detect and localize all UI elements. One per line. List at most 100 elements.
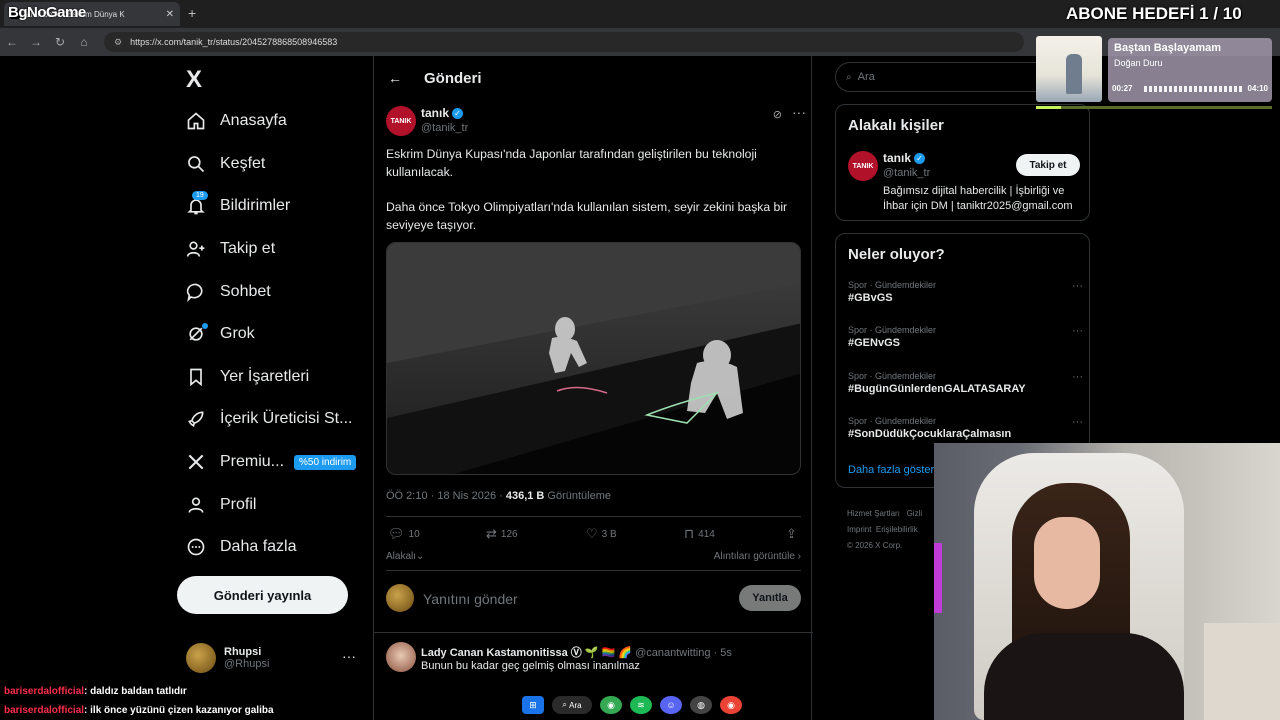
author-name-row[interactable]: tanık ✓ xyxy=(421,106,464,120)
sidebar-item-chat[interactable]: Sohbet xyxy=(184,270,364,313)
account-handle: @Rhupsi xyxy=(224,658,270,670)
reply-author-row[interactable]: Lady Canan Kastamonitissa Ⓥ 🌱 🏳️‍🌈 🌈 @ca… xyxy=(421,644,732,660)
more-dots-icon[interactable]: ··· xyxy=(1072,371,1083,383)
sidebar-item-label: Daha fazla xyxy=(220,538,297,556)
trend-item[interactable]: Spor · Gündemdekiler #GBvGS ··· xyxy=(848,280,1083,304)
fencing-video-frame xyxy=(387,243,800,474)
search-placeholder: Ara xyxy=(857,71,875,83)
song-progress-fill xyxy=(1036,106,1062,109)
post-header: ← Gönderi xyxy=(374,56,813,100)
sidebar-item-home[interactable]: Anasayfa xyxy=(184,100,364,143)
sidebar-item-label: Bildirimler xyxy=(220,197,291,215)
share-action[interactable]: ⇪ xyxy=(786,526,801,542)
tweet-paragraph: Eskrim Dünya Kupası'nda Japonlar tarafın… xyxy=(386,147,757,179)
card-title: Neler oluyor? xyxy=(848,246,945,263)
url-text: https://x.com/tanik_tr/status/2045278868… xyxy=(130,37,338,47)
author-handle[interactable]: @tanik_tr xyxy=(421,122,468,134)
sidebar-item-label: Grok xyxy=(220,325,255,343)
taskbar-search[interactable]: ⌕ Ara xyxy=(552,696,592,714)
sidebar-item-premium[interactable]: Premiu... %50 indirim xyxy=(184,441,364,484)
avatar[interactable] xyxy=(386,642,416,672)
account-name: Rhupsi xyxy=(224,646,262,658)
elapsed-time: 00:27 xyxy=(1112,84,1133,93)
more-dots-icon[interactable]: ··· xyxy=(342,648,356,664)
sidebar-item-explore[interactable]: Keşfet xyxy=(184,143,364,186)
address-bar[interactable]: ⚙ https://x.com/tanik_tr/status/20452788… xyxy=(104,32,1024,52)
more-dots-icon[interactable]: ··· xyxy=(1072,416,1083,428)
author-avatar[interactable]: TANIK xyxy=(386,106,416,136)
follow-button[interactable]: Takip et xyxy=(1016,154,1080,176)
reply-sort-row: Alakalı⌄ Alıntıları görüntüle › xyxy=(386,551,801,562)
reply-item[interactable]: Lady Canan Kastamonitissa Ⓥ 🌱 🏳️‍🌈 🌈 @ca… xyxy=(386,642,806,682)
repost-action[interactable]: ⇄ 126 xyxy=(486,526,518,542)
heart-icon: ♡ xyxy=(586,526,598,541)
like-action[interactable]: ♡ 3 B xyxy=(586,526,617,542)
reload-icon[interactable]: ↻ xyxy=(48,35,72,49)
divider xyxy=(386,516,801,517)
site-settings-icon[interactable]: ⚙ xyxy=(114,37,122,48)
stream-brand-overlay: BgNoGame xyxy=(8,4,86,21)
related-avatar[interactable]: TANIK xyxy=(848,151,878,181)
trend-item[interactable]: Spor · Gündemdekiler #GENvGS ··· xyxy=(848,325,1083,349)
post-button[interactable]: Gönderi yayınla xyxy=(177,576,348,614)
reply-button[interactable]: Yanıtla xyxy=(739,585,801,611)
windows-start-icon[interactable]: ⊞ xyxy=(522,696,544,714)
bookmark-action[interactable]: ⊓ 414 xyxy=(684,526,715,542)
webcam-person-body xyxy=(984,633,1184,720)
reply-input[interactable]: Yanıtını gönder xyxy=(423,591,518,607)
grok-explain-icon[interactable]: ⊘ xyxy=(773,108,782,121)
sidebar-item-bookmarks[interactable]: Yer İşaretleri xyxy=(184,356,364,399)
tweet-actions: 💬︎ 10 ⇄ 126 ♡ 3 B ⊓ 414 ⇪ xyxy=(388,526,800,542)
sidebar-nav: Anasayfa Keşfet 19 Bildirimler Takip et … xyxy=(184,100,364,569)
reply-text: Bunun bu kadar geç gelmiş olması inanılm… xyxy=(421,660,640,672)
trend-item[interactable]: Spor · Gündemdekiler #SonDüdükÇocuklaraÇ… xyxy=(848,416,1083,440)
spotify-icon[interactable]: ≋ xyxy=(630,696,652,714)
chrome-icon[interactable]: ◉ xyxy=(600,696,622,714)
sidebar-item-label: İçerik Üreticisi St... xyxy=(220,410,353,428)
view-quotes-link[interactable]: Alıntıları görüntüle › xyxy=(714,551,801,562)
forward-icon[interactable]: → xyxy=(24,35,48,49)
profile-icon xyxy=(184,493,208,517)
show-more-link[interactable]: Daha fazla göster xyxy=(848,464,934,476)
reply-sort-dropdown[interactable]: Alakalı⌄ xyxy=(386,551,424,562)
tweet-video[interactable] xyxy=(386,242,801,475)
x-logo[interactable]: X xyxy=(186,66,202,94)
obs-icon[interactable]: ◍ xyxy=(690,696,712,714)
sidebar-item-follow[interactable]: Takip et xyxy=(184,228,364,271)
footer-link[interactable]: Erişilebilirlik xyxy=(876,525,918,534)
reply-author-handle: @canantwitting · 5s xyxy=(632,647,732,659)
repost-count: 126 xyxy=(500,528,518,540)
new-tab-icon[interactable]: + xyxy=(188,5,196,21)
account-switcher[interactable]: Rhupsi @Rhupsi ··· xyxy=(186,638,362,678)
footer-link[interactable]: Gizli xyxy=(907,509,923,518)
back-icon[interactable]: ← xyxy=(0,35,24,49)
footer-link[interactable]: Imprint xyxy=(847,525,871,534)
sidebar-item-more[interactable]: Daha fazla xyxy=(184,526,364,569)
more-dots-icon[interactable]: ··· xyxy=(792,104,806,120)
sidebar-item-label: Premiu... xyxy=(220,453,285,471)
footer-link[interactable]: Hizmet Şartları xyxy=(847,509,900,518)
tweet-views: 436,1 B xyxy=(505,490,545,502)
close-icon[interactable]: ✕ xyxy=(166,9,174,20)
bookmark-icon xyxy=(184,365,208,389)
sidebar-item-grok[interactable]: Grok xyxy=(184,313,364,356)
related-name-row[interactable]: tanık ✓ xyxy=(883,151,926,165)
reply-action[interactable]: 💬︎ 10 xyxy=(388,526,420,542)
sidebar-item-profile[interactable]: Profil xyxy=(184,483,364,526)
more-dots-icon[interactable]: ··· xyxy=(1072,280,1083,292)
tweet-timestamp[interactable]: ÖÖ 2:10 · 18 Nis 2026 · xyxy=(386,490,506,502)
discord-icon[interactable]: ☺ xyxy=(660,696,682,714)
premium-discount-badge: %50 indirim xyxy=(294,454,357,470)
now-playing-info: Baştan Başlayamam Doğan Duru 00:27 04:10 xyxy=(1108,38,1272,102)
webcam-shelf xyxy=(1204,623,1280,720)
back-arrow-icon[interactable]: ← xyxy=(388,70,402,86)
chat-user: bariserdalofficial xyxy=(4,705,85,716)
more-dots-icon[interactable]: ··· xyxy=(1072,325,1083,337)
sidebar-item-notifications[interactable]: 19 Bildirimler xyxy=(184,185,364,228)
trend-item[interactable]: Spor · Gündemdekiler #BugünGünlerdenGALA… xyxy=(848,371,1083,395)
chrome-active-icon[interactable]: ◉ xyxy=(720,696,742,714)
home-button-icon[interactable]: ⌂ xyxy=(72,35,96,49)
sidebar-item-creator-studio[interactable]: İçerik Üreticisi St... xyxy=(184,398,364,441)
trend-category: Spor · Gündemdekiler xyxy=(848,371,937,381)
total-time: 04:10 xyxy=(1247,84,1268,93)
